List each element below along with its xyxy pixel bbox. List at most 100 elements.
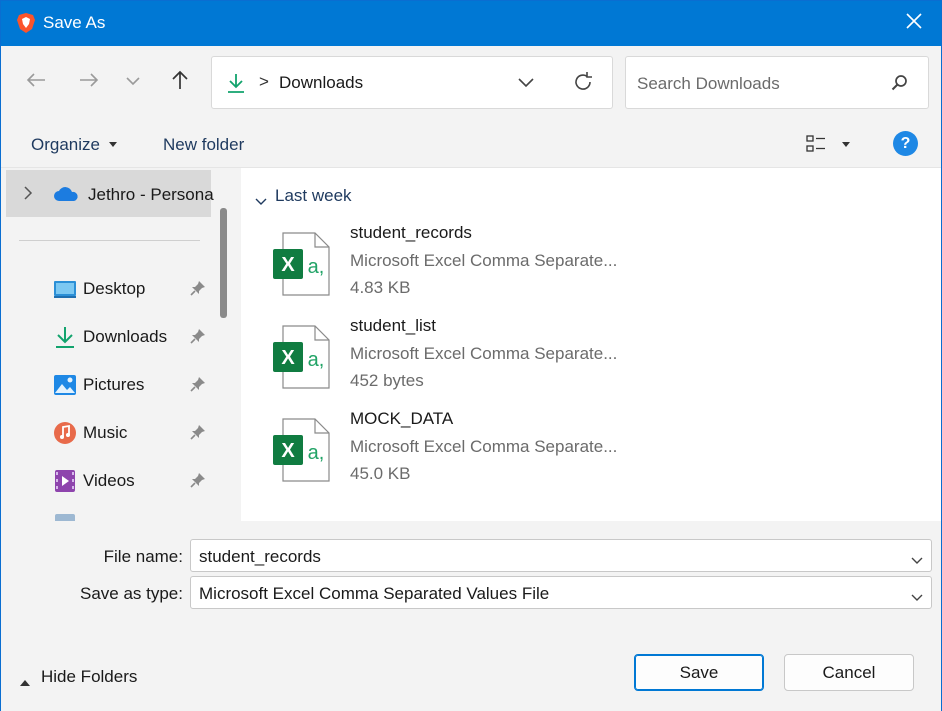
excel-csv-icon: Xa, (271, 231, 333, 302)
group-label: Last week (275, 186, 352, 205)
recent-locations-button[interactable] (118, 67, 148, 97)
file-size: 4.83 KB (350, 278, 411, 297)
sidebar-item-desktop[interactable]: Desktop (1, 268, 211, 310)
svg-text:a,: a, (308, 442, 325, 464)
brave-browser-icon (15, 12, 37, 34)
breadcrumb-separator: > (259, 72, 269, 91)
refresh-icon (572, 72, 594, 97)
dialog-title: Save As (43, 13, 106, 32)
chevron-up-icon (19, 672, 31, 692)
save-form: File name: student_records Save as type:… (1, 521, 941, 711)
sidebar-divider (19, 240, 200, 241)
svg-text:X: X (281, 440, 295, 462)
scrollbar-thumb[interactable] (220, 208, 227, 318)
chevron-down-icon (255, 191, 267, 211)
chevron-down-icon (126, 73, 140, 91)
navigation-bar: > Downloads Search Downloads (1, 46, 941, 120)
arrow-left-icon (26, 72, 46, 93)
view-options-button[interactable] (806, 134, 828, 159)
sidebar-item-onedrive[interactable]: Jethro - Persona (6, 170, 214, 217)
pin-icon[interactable] (190, 376, 206, 397)
chevron-down-icon[interactable] (911, 589, 923, 607)
sidebar-scrollbar[interactable] (217, 208, 230, 321)
save-type-label: Save as type: (79, 584, 183, 603)
pin-icon[interactable] (190, 328, 206, 349)
search-input[interactable]: Search Downloads (637, 74, 780, 94)
forward-button[interactable] (74, 67, 104, 97)
breadcrumb-downloads[interactable]: Downloads (279, 73, 363, 93)
search-icon[interactable] (891, 74, 909, 97)
file-name-label: File name: (103, 547, 183, 566)
file-list: Last week Xa, student_records Microsoft … (241, 168, 941, 521)
svg-text:X: X (281, 347, 295, 369)
svg-text:X: X (281, 254, 295, 276)
chevron-right-icon[interactable] (24, 186, 33, 205)
close-icon (906, 13, 922, 34)
arrow-right-icon (79, 72, 99, 93)
save-button[interactable]: Save (634, 654, 764, 691)
excel-csv-icon: Xa, (271, 417, 333, 488)
file-item[interactable]: Xa, student_list Microsoft Excel Comma S… (271, 316, 671, 406)
cancel-button[interactable]: Cancel (784, 654, 914, 691)
file-name: student_list (350, 316, 436, 335)
file-name: MOCK_DATA (350, 409, 454, 428)
videos-icon (53, 469, 77, 493)
sidebar-item-label: Music (83, 423, 128, 442)
svg-text:a,: a, (308, 256, 325, 278)
file-type: Microsoft Excel Comma Separate... (350, 251, 618, 270)
svg-text:a,: a, (308, 349, 325, 371)
close-button[interactable] (887, 1, 941, 46)
save-as-dialog: Save As > Downloads Search Downloads Org… (0, 0, 942, 711)
address-bar[interactable]: > Downloads (211, 56, 613, 109)
pin-icon[interactable] (190, 472, 206, 493)
view-dropdown-caret-icon[interactable] (842, 142, 850, 147)
title-bar: Save As (1, 1, 941, 46)
address-history-button[interactable] (518, 75, 534, 93)
sidebar-item-partial-icon (55, 514, 75, 521)
excel-csv-icon: Xa, (271, 324, 333, 395)
sidebar-item-label: Videos (83, 471, 135, 490)
new-folder-button[interactable]: New folder (163, 135, 244, 155)
music-icon (53, 421, 77, 445)
save-type-select[interactable]: Microsoft Excel Comma Separated Values F… (190, 576, 932, 609)
up-button[interactable] (165, 67, 195, 97)
sidebar-item-label: Jethro - Persona (88, 185, 214, 204)
sidebar-item-videos[interactable]: Videos (1, 460, 211, 502)
file-item[interactable]: Xa, MOCK_DATA Microsoft Excel Comma Sepa… (271, 409, 671, 499)
file-name-input[interactable]: student_records (199, 547, 321, 567)
organize-menu[interactable]: Organize (31, 135, 100, 155)
arrow-up-icon (171, 70, 189, 95)
view-layout-icon (806, 135, 828, 158)
search-box[interactable]: Search Downloads (625, 56, 929, 109)
back-button[interactable] (21, 67, 51, 97)
navigation-pane: Jethro - Persona Desktop Downloads Pictu… (1, 168, 237, 521)
desktop-icon (53, 277, 77, 301)
pin-icon[interactable] (190, 424, 206, 445)
file-type: Microsoft Excel Comma Separate... (350, 437, 618, 456)
download-icon (53, 325, 77, 349)
refresh-button[interactable] (572, 71, 594, 98)
help-icon[interactable]: ? (893, 131, 918, 156)
caret-down-icon (109, 142, 117, 147)
sidebar-item-label: Pictures (83, 375, 145, 394)
file-name-field[interactable]: student_records (190, 539, 932, 572)
pin-icon[interactable] (190, 280, 206, 301)
onedrive-cloud-icon (53, 186, 79, 207)
file-item[interactable]: Xa, student_records Microsoft Excel Comm… (271, 223, 671, 313)
download-icon (226, 72, 246, 99)
command-toolbar: Organize New folder ? (1, 120, 941, 168)
sidebar-item-label: Downloads (83, 327, 168, 346)
file-size: 45.0 KB (350, 464, 411, 483)
chevron-down-icon[interactable] (911, 552, 923, 570)
sidebar-item-downloads[interactable]: Downloads (1, 316, 211, 358)
chevron-down-icon (518, 75, 534, 92)
hide-folders-label: Hide Folders (41, 667, 138, 686)
save-type-value: Microsoft Excel Comma Separated Values F… (199, 584, 550, 603)
sidebar-item-pictures[interactable]: Pictures (1, 364, 211, 406)
pictures-icon (53, 373, 77, 397)
file-size: 452 bytes (350, 371, 424, 390)
sidebar-item-label: Desktop (83, 279, 146, 298)
file-name: student_records (350, 223, 472, 242)
file-type: Microsoft Excel Comma Separate... (350, 344, 618, 363)
sidebar-item-music[interactable]: Music (1, 412, 211, 454)
